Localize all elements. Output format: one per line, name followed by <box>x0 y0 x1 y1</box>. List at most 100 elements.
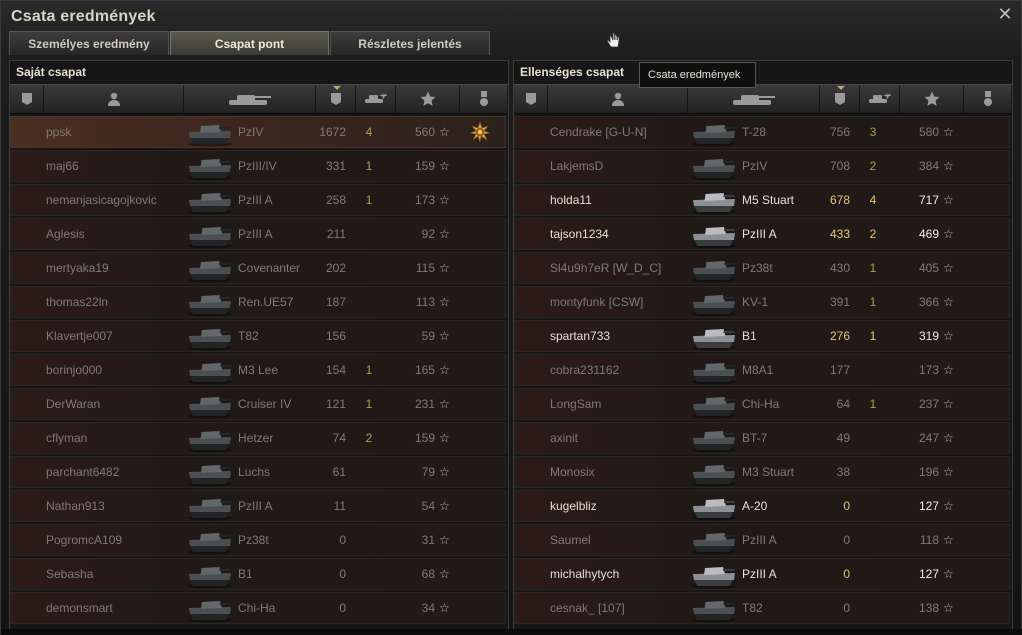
player-row[interactable]: DerWaran Cruiser IV 121 1 231 ☆ <box>10 388 506 420</box>
tank-icon <box>689 425 739 453</box>
player-name: demonsmart <box>46 601 113 615</box>
player-row[interactable]: Sl4u9h7eR [W_D_C] Pz38t 430 1 405 ☆ <box>514 252 1010 284</box>
damage-value: 211 <box>326 227 346 241</box>
player-row[interactable]: nemanjasicagojkovic PzIII A 258 1 173 ☆ <box>10 184 506 216</box>
tank-icon <box>689 323 739 351</box>
header-xp-star-cell[interactable] <box>396 85 460 113</box>
tank-icon <box>185 221 235 249</box>
tank-name: PzIV <box>742 159 768 173</box>
window-title: Csata eredmények <box>11 8 156 25</box>
header-medal-cell[interactable] <box>964 85 1012 113</box>
header-platoon-cell[interactable] <box>514 85 548 113</box>
xp-star-icon <box>420 91 436 107</box>
player-row[interactable]: Nathan913 PzIII A 11 54 ☆ <box>10 490 506 522</box>
header-damage-cell[interactable] <box>820 85 860 113</box>
header-damage-cell[interactable] <box>316 85 356 113</box>
player-row[interactable]: Aglesis PzIII A 211 92 ☆ <box>10 218 506 250</box>
player-row[interactable]: kugelbliz A-20 0 127 ☆ <box>514 490 1010 522</box>
player-name: Aglesis <box>46 227 85 241</box>
header-tank-cell[interactable] <box>184 85 316 113</box>
tank-name: Pz38t <box>742 261 773 275</box>
player-row[interactable]: borinjo000 M3 Lee 154 1 165 ☆ <box>10 354 506 386</box>
xp-star-icon: ☆ <box>943 567 954 581</box>
xp-star-icon: ☆ <box>943 363 954 377</box>
xp-star-icon: ☆ <box>439 125 450 139</box>
header-tank-cell[interactable] <box>688 85 820 113</box>
xp-value: 237 <box>918 397 939 411</box>
xp-star-icon: ☆ <box>943 159 954 173</box>
tank-name: Pz38t <box>238 533 269 547</box>
player-row[interactable]: Sebasha B1 0 68 ☆ <box>10 558 506 590</box>
player-row[interactable]: Saumel PzIII A 0 118 ☆ <box>514 524 1010 556</box>
header-player-cell[interactable] <box>44 85 184 113</box>
tank-name: PzIII A <box>238 193 273 207</box>
tank-icon <box>227 92 273 106</box>
player-row[interactable]: LongSam Chi-Ha 64 1 237 ☆ <box>514 388 1010 420</box>
kills-value: 1 <box>869 295 877 309</box>
player-row[interactable]: cesnak_ [107] T82 0 138 ☆ <box>514 592 1010 624</box>
player-row[interactable]: thomas22ln Ren.UE57 187 113 ☆ <box>10 286 506 318</box>
xp-value: 159 <box>414 159 435 173</box>
player-name: Sebasha <box>46 567 94 581</box>
xp-star-icon: ☆ <box>943 295 954 309</box>
tank-name: T-28 <box>742 125 767 139</box>
player-row[interactable]: Monosix M3 Stuart 38 196 ☆ <box>514 456 1010 488</box>
player-name: michalhytych <box>550 567 620 581</box>
player-row[interactable]: maj66 PzIII/IV 331 1 159 ☆ <box>10 150 506 182</box>
player-row[interactable]: LakjemsD PzIV 708 2 384 ☆ <box>514 150 1010 182</box>
player-row[interactable]: axinit BT-7 49 247 ☆ <box>514 422 1010 454</box>
player-name: DerWaran <box>46 397 101 411</box>
player-row[interactable]: ppsk PzIV 1672 4 560 ☆ <box>10 116 506 148</box>
player-row[interactable]: cflyman Hetzer 74 2 159 ☆ <box>10 422 506 454</box>
tank-icon <box>689 153 739 181</box>
player-row[interactable]: parchant6482 Luchs 61 79 ☆ <box>10 456 506 488</box>
tab-detailed-report[interactable]: Részletes jelentés <box>330 31 490 55</box>
header-player-cell[interactable] <box>548 85 688 113</box>
player-row[interactable]: PogromcA109 Pz38t 0 31 ☆ <box>10 524 506 556</box>
player-name: cesnak_ [107] <box>550 601 625 615</box>
player-row[interactable]: spartan733 B1 276 1 319 ☆ <box>514 320 1010 352</box>
xp-value: 159 <box>414 431 435 445</box>
tab-personal-result[interactable]: Személyes eredmény <box>9 31 169 55</box>
damage-value: 678 <box>829 193 850 207</box>
damage-value: 0 <box>843 499 850 513</box>
kills-icon <box>364 93 388 105</box>
tank-name: T82 <box>742 601 763 615</box>
header-kills-cell[interactable] <box>356 85 396 113</box>
xp-value: 34 <box>421 601 435 615</box>
player-row[interactable]: montyfunk [CSW] KV-1 391 1 366 ☆ <box>514 286 1010 318</box>
header-kills-cell[interactable] <box>860 85 900 113</box>
player-row[interactable]: cobra231162 M8A1 177 173 ☆ <box>514 354 1010 386</box>
header-platoon-cell[interactable] <box>10 85 44 113</box>
xp-value: 319 <box>918 329 939 343</box>
xp-value: 405 <box>918 261 939 275</box>
xp-star-icon: ☆ <box>439 261 450 275</box>
xp-value: 127 <box>918 499 939 513</box>
header-xp-star-cell[interactable] <box>900 85 964 113</box>
player-row[interactable]: demonsmart Chi-Ha 0 34 ☆ <box>10 592 506 624</box>
close-icon[interactable]: ✕ <box>997 5 1013 23</box>
player-name: parchant6482 <box>46 465 120 479</box>
player-row[interactable]: michalhytych PzIII A 0 127 ☆ <box>514 558 1010 590</box>
xp-star-icon: ☆ <box>943 397 954 411</box>
xp-star-icon: ☆ <box>943 499 954 513</box>
xp-value: 115 <box>415 261 435 275</box>
tank-name: BT-7 <box>742 431 768 445</box>
tank-name: Luchs <box>238 465 271 479</box>
player-row[interactable]: Klavertje007 T82 156 59 ☆ <box>10 320 506 352</box>
tank-name: PzIII A <box>238 499 273 513</box>
kills-value: 1 <box>365 193 373 207</box>
xp-value: 196 <box>918 465 939 479</box>
header-medal-cell[interactable] <box>460 85 508 113</box>
medal-icon[interactable] <box>469 121 491 143</box>
tank-icon <box>185 561 235 589</box>
xp-star-icon: ☆ <box>439 431 450 445</box>
player-row[interactable]: Cendrake [G-U-N] T-28 756 3 580 ☆ <box>514 116 1010 148</box>
player-name: tajson1234 <box>550 227 609 241</box>
player-row[interactable]: mertyaka19 Covenanter 202 115 ☆ <box>10 252 506 284</box>
tab-team-score[interactable]: Csapat pont <box>170 31 329 55</box>
xp-value: 79 <box>421 465 435 479</box>
player-row[interactable]: holda11 M5 Stuart 678 4 717 ☆ <box>514 184 1010 216</box>
tank-icon <box>185 391 235 419</box>
player-row[interactable]: tajson1234 PzIII A 433 2 469 ☆ <box>514 218 1010 250</box>
